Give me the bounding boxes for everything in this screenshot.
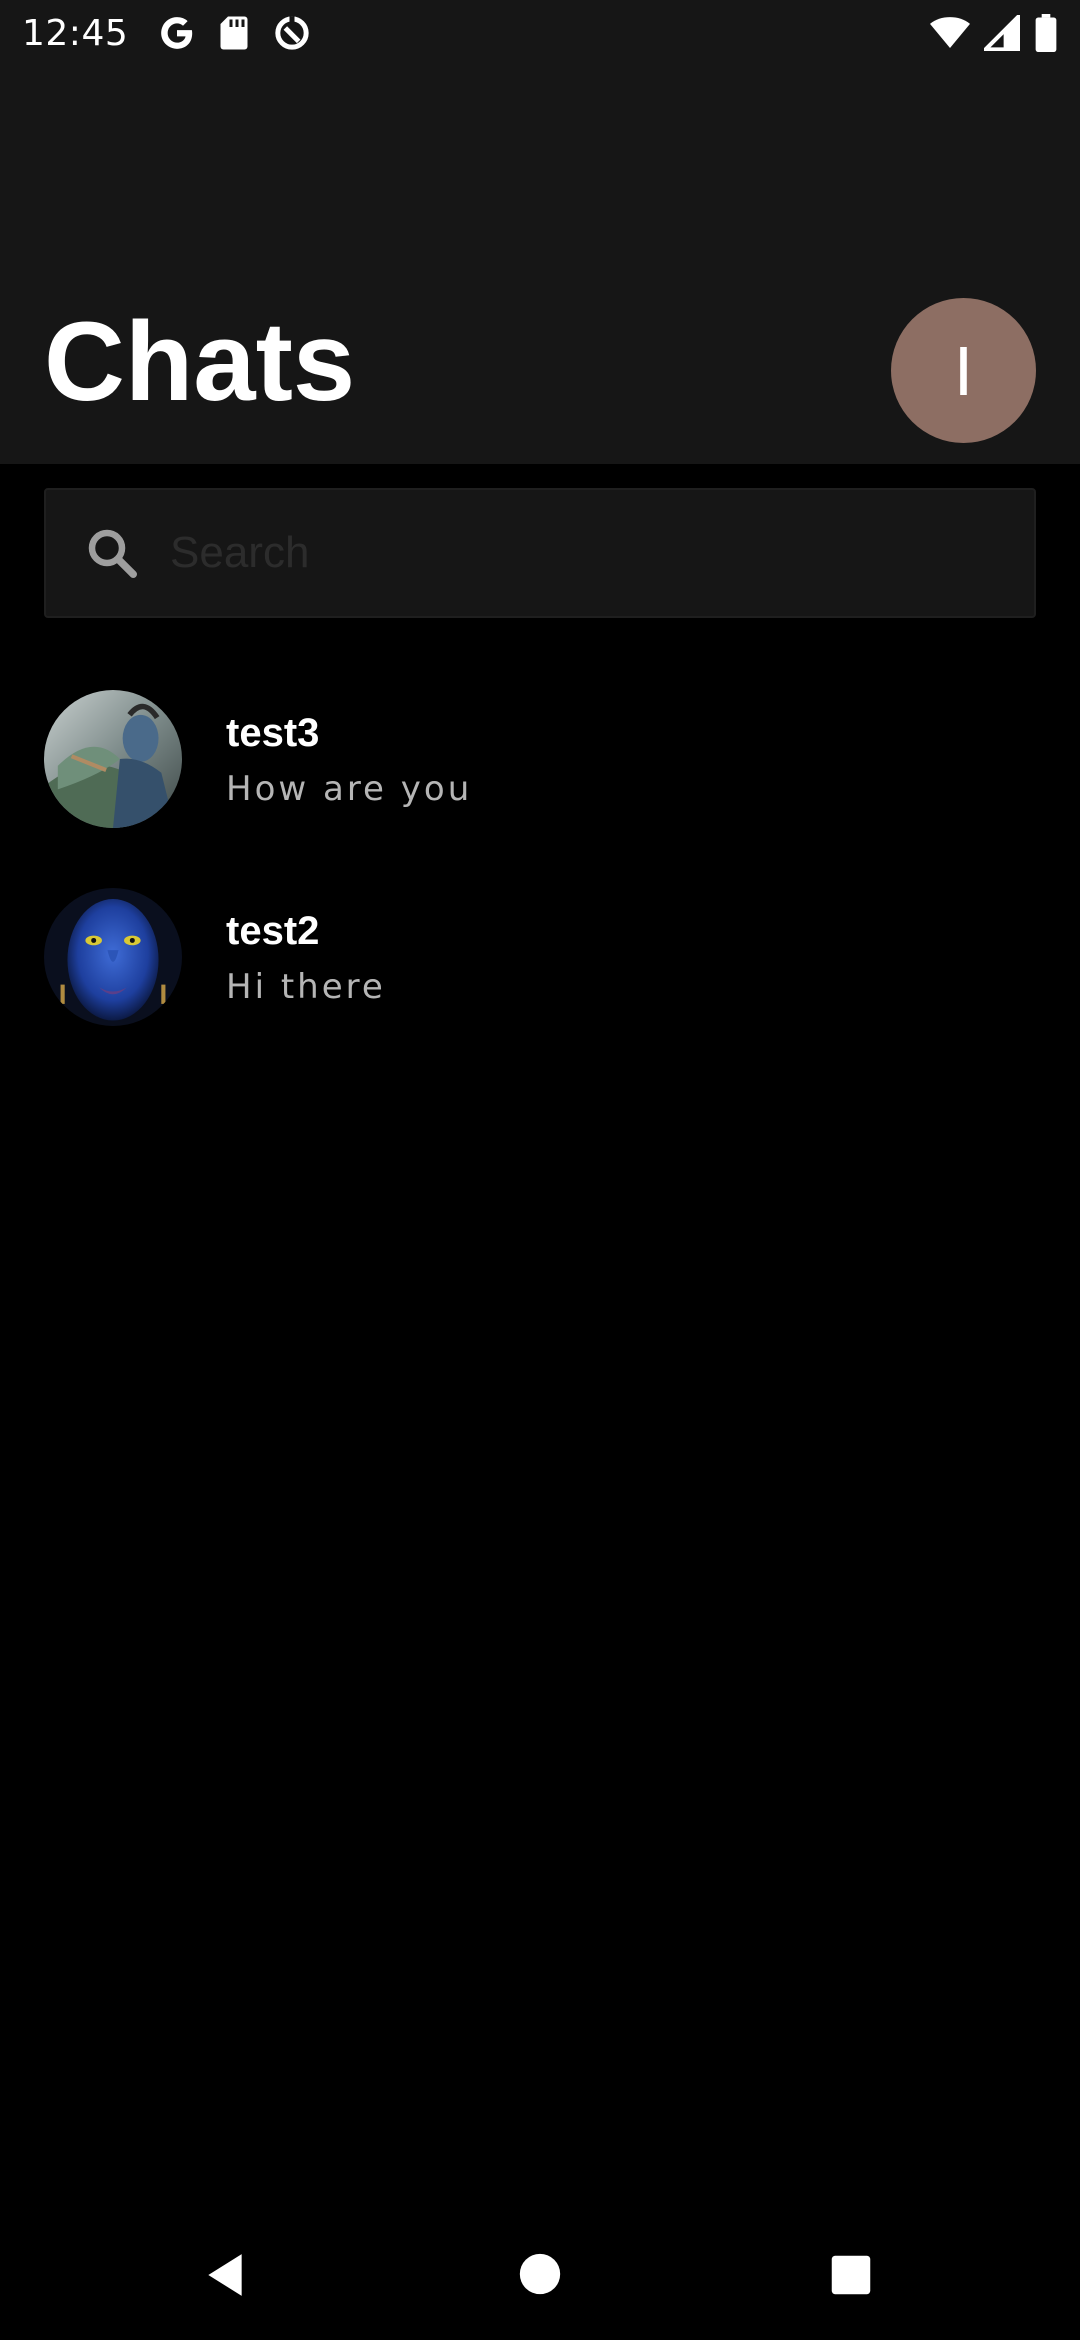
- google-icon: [161, 17, 193, 49]
- status-time: 12:45: [22, 12, 129, 54]
- chat-text: test2 Hi there: [226, 907, 386, 1008]
- search-box[interactable]: [44, 488, 1036, 618]
- app-header: Chats I: [0, 66, 1080, 464]
- chat-last-message: How are you: [226, 768, 473, 809]
- wifi-icon: [930, 17, 970, 48]
- chat-text: test3 How are you: [226, 709, 472, 810]
- home-icon[interactable]: [518, 2252, 562, 2296]
- cell-signal-icon: [984, 15, 1020, 51]
- chat-list-item[interactable]: test2 Hi there: [0, 858, 1080, 1056]
- sd-card-icon: [220, 16, 248, 50]
- status-bar: 12:45: [0, 0, 1080, 66]
- chat-avatar: [44, 690, 182, 828]
- status-notification-icons: [158, 13, 312, 53]
- chat-list-item[interactable]: test3 How are you: [0, 660, 1080, 858]
- battery-icon: [1035, 14, 1057, 52]
- profile-avatar-button[interactable]: I: [891, 298, 1036, 443]
- search-icon: [88, 529, 137, 578]
- data-saver-icon: [275, 16, 309, 50]
- chat-list: test3 How are you test2 Hi there: [0, 660, 1080, 1056]
- chat-last-message: Hi there: [226, 966, 386, 1007]
- search-input[interactable]: [168, 490, 1034, 616]
- page-title: Chats: [44, 299, 356, 424]
- chat-name: test2: [226, 908, 320, 953]
- profile-initial: I: [953, 331, 974, 410]
- recents-icon[interactable]: [830, 2254, 872, 2296]
- status-system-icons: [930, 14, 1058, 52]
- navigation-bar: [0, 2216, 1080, 2340]
- chat-name: test3: [226, 710, 320, 755]
- chat-avatar: [44, 888, 182, 1026]
- back-icon[interactable]: [200, 2250, 250, 2300]
